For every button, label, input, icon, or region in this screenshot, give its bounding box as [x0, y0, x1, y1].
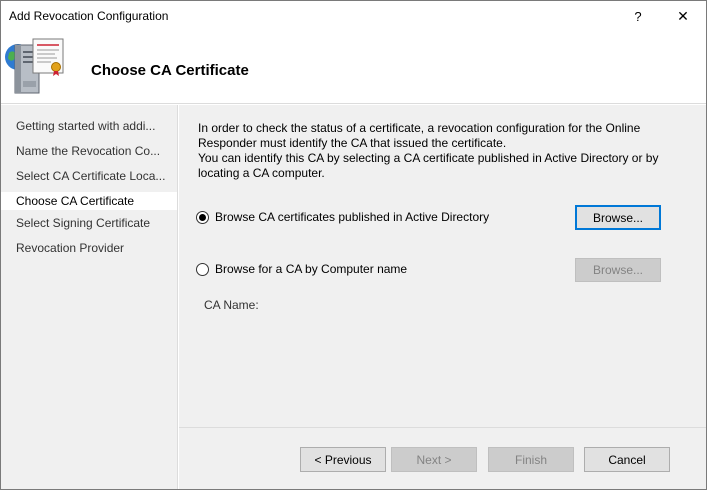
cancel-button[interactable]: Cancel	[584, 447, 670, 472]
intro-line: You can identify this CA by selecting a …	[198, 151, 659, 165]
server-certificate-icon	[5, 38, 64, 94]
nav-item-name-revocation[interactable]: Name the Revocation Co...	[1, 142, 177, 160]
dialog-window: Add Revocation Configuration ? ✕ Choose …	[0, 0, 707, 490]
window-title: Add Revocation Configuration	[9, 9, 169, 23]
footer-divider	[179, 427, 706, 428]
radio-label-active-directory: Browse CA certificates published in Acti…	[215, 210, 490, 224]
browse-computer-button[interactable]: Browse...	[575, 258, 661, 282]
finish-button[interactable]: Finish	[488, 447, 574, 472]
intro-text: In order to check the status of a certif…	[198, 121, 678, 181]
ca-name-label: CA Name:	[204, 298, 259, 312]
nav-item-select-ca-location[interactable]: Select CA Certificate Loca...	[1, 167, 177, 185]
next-button[interactable]: Next >	[391, 447, 477, 472]
intro-line: In order to check the status of a certif…	[198, 121, 641, 135]
radio-row-active-directory[interactable]: Browse CA certificates published in Acti…	[196, 210, 489, 224]
wizard-steps-nav: Getting started with addi... Name the Re…	[1, 105, 178, 489]
nav-item-choose-ca-certificate[interactable]: Choose CA Certificate	[1, 192, 177, 210]
close-button[interactable]: ✕	[660, 1, 706, 31]
title-bar: Add Revocation Configuration ? ✕	[1, 1, 706, 31]
help-button[interactable]: ?	[615, 1, 661, 31]
intro-line: locating a CA computer.	[198, 166, 325, 180]
radio-computer-name[interactable]	[196, 262, 209, 276]
intro-line: Responder must identify the CA that issu…	[198, 136, 507, 150]
previous-button[interactable]: < Previous	[300, 447, 386, 472]
nav-item-select-signing-certificate[interactable]: Select Signing Certificate	[1, 214, 177, 232]
content-panel: In order to check the status of a certif…	[179, 105, 706, 489]
radio-row-computer-name[interactable]: Browse for a CA by Computer name	[196, 262, 407, 276]
radio-label-computer-name: Browse for a CA by Computer name	[215, 262, 408, 276]
browse-active-directory-button[interactable]: Browse...	[575, 205, 661, 230]
radio-active-directory[interactable]	[196, 210, 209, 224]
wizard-header: Choose CA Certificate	[1, 31, 706, 104]
nav-item-revocation-provider[interactable]: Revocation Provider	[1, 239, 177, 257]
page-title: Choose CA Certificate	[91, 62, 249, 79]
nav-item-getting-started[interactable]: Getting started with addi...	[1, 117, 177, 135]
